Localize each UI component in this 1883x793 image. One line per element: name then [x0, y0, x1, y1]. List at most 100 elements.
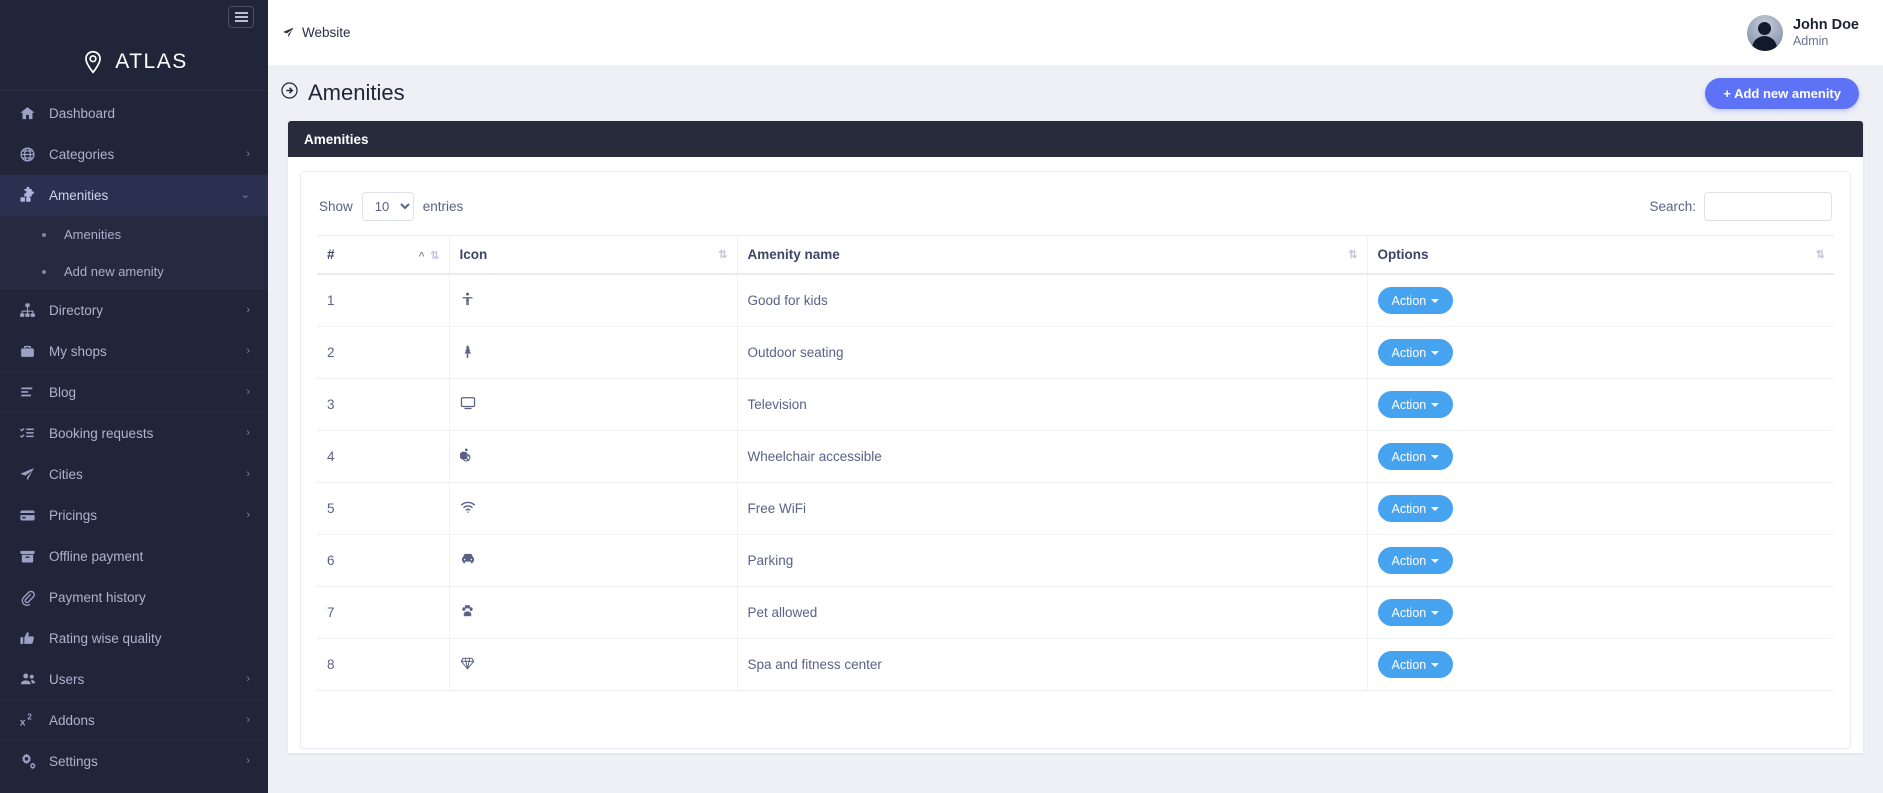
action-button[interactable]: Action [1377, 287, 1454, 314]
sidebar-item-label: Rating wise quality [49, 630, 162, 646]
sidebar-item-categories[interactable]: Categories › [0, 134, 268, 175]
sidebar-item-offline-payment[interactable]: Offline payment [0, 536, 268, 577]
action-button-label: Action [1391, 293, 1427, 308]
sidebar-item-booking-requests[interactable]: Booking requests › [0, 413, 268, 454]
cell-options: Action [1367, 638, 1834, 691]
cell-number: 6 [317, 534, 450, 587]
chevron-right-icon: › [246, 344, 250, 357]
cell-icon [449, 430, 738, 483]
wheelchair-icon [459, 448, 475, 463]
cell-number: 1 [317, 274, 450, 327]
sidebar-item-dashboard[interactable]: Dashboard [0, 93, 268, 134]
column-header-amenity-name[interactable]: Amenity name ⇅ [737, 235, 1368, 275]
user-profile-menu[interactable]: John Doe Admin [1746, 14, 1863, 51]
card-title: Amenities [304, 131, 369, 147]
cell-icon [449, 638, 738, 691]
caret-down-icon [1431, 662, 1440, 667]
sidebar-item-label: Booking requests [49, 425, 154, 441]
sidebar-subitem-label: Amenities [64, 227, 122, 242]
chevron-right-icon: › [246, 467, 250, 480]
action-button-label: Action [1391, 449, 1427, 464]
action-button[interactable]: Action [1377, 547, 1454, 574]
cell-icon [449, 378, 738, 431]
user-meta: John Doe Admin [1793, 16, 1859, 50]
column-label: Amenity name [747, 247, 840, 262]
sidebar-item-addons[interactable]: x 2 Addons › [0, 700, 268, 741]
map-pin-icon [80, 49, 106, 75]
column-label: # [327, 247, 335, 262]
sidebar-item-my-shops[interactable]: My shops › [0, 331, 268, 372]
sidebar-item-label: My shops [49, 343, 107, 359]
sidebar-item-payment-history[interactable]: Payment history [0, 577, 268, 618]
main-content: Website John Doe Admin Amenities + Add n… [268, 0, 1883, 793]
sidebar-item-amenities[interactable]: Amenities ⌄ [0, 175, 268, 216]
action-button[interactable]: Action [1377, 495, 1454, 522]
website-link[interactable]: Website [282, 25, 351, 40]
sidebar-item-directory[interactable]: Directory › [0, 290, 268, 331]
briefcase-icon [19, 343, 45, 360]
action-button-label: Action [1391, 501, 1427, 516]
column-header-icon[interactable]: Icon ⇅ [449, 235, 738, 275]
sidebar-topbar [0, 0, 268, 34]
superscript-icon: x 2 [19, 711, 45, 729]
avatar [1746, 14, 1783, 51]
action-button[interactable]: Action [1377, 339, 1454, 366]
column-header-options[interactable]: Options ⇅ [1367, 235, 1834, 275]
sidebar-subitem-amenities[interactable]: Amenities [0, 216, 268, 253]
table-row: 4 Wheelchair accessible Action [317, 430, 1834, 483]
cell-options: Action [1367, 482, 1834, 535]
cell-icon [449, 586, 738, 639]
page-title-text: Amenities [308, 80, 405, 105]
cell-amenity-name: Free WiFi [737, 482, 1368, 535]
chevron-right-icon: › [246, 426, 250, 439]
column-label: Icon [459, 247, 488, 262]
sidebar-item-settings[interactable]: Settings › [0, 741, 268, 782]
caret-down-icon [1431, 610, 1440, 615]
tasks-icon [19, 425, 45, 442]
action-button[interactable]: Action [1377, 651, 1454, 678]
tv-icon [460, 395, 476, 411]
hamburger-icon[interactable] [228, 6, 254, 28]
page-title: Amenities [280, 80, 405, 106]
chevron-right-icon: › [246, 754, 250, 767]
brand-logo[interactable]: ATLAS [0, 34, 268, 90]
cell-options: Action [1367, 274, 1834, 327]
sidebar-subitem-add-new-amenity[interactable]: Add new amenity [0, 253, 268, 290]
action-button-label: Action [1391, 553, 1427, 568]
action-button-label: Action [1391, 605, 1427, 620]
sidebar-item-cities[interactable]: Cities › [0, 454, 268, 495]
table-header-row: # ^ ⇅ Icon ⇅ Amenity name ⇅ Options ⇅ [317, 235, 1834, 275]
table-body: 1 Good for kids Action 2 Outdoor seating… [317, 274, 1834, 691]
action-button[interactable]: Action [1377, 443, 1454, 470]
sidebar-item-blog[interactable]: Blog › [0, 372, 268, 413]
cell-number: 7 [317, 586, 450, 639]
cell-options: Action [1367, 430, 1834, 483]
add-new-amenity-button[interactable]: + Add new amenity [1705, 77, 1859, 109]
sitemap-icon [19, 302, 45, 319]
entries-label: entries [422, 199, 464, 214]
sidebar-item-users[interactable]: Users › [0, 659, 268, 700]
tree-icon [460, 344, 475, 359]
sidebar-item-pricings[interactable]: Pricings › [0, 495, 268, 536]
action-button[interactable]: Action [1377, 391, 1454, 418]
page-length-select[interactable]: 10 25 50 100 [361, 192, 414, 221]
sidebar-item-label: Directory [49, 302, 104, 318]
cell-options: Action [1367, 534, 1834, 587]
column-header-number[interactable]: # ^ ⇅ [317, 235, 450, 275]
gears-icon [19, 752, 45, 770]
user-name: John Doe [1792, 16, 1859, 33]
search-input[interactable] [1704, 192, 1832, 221]
sidebar-item-label: Payment history [49, 589, 146, 605]
website-link-label: Website [302, 25, 351, 40]
action-button[interactable]: Action [1377, 599, 1454, 626]
arrow-circle-right-icon [280, 81, 299, 105]
action-button-label: Action [1391, 657, 1427, 672]
sidebar-subitem-label: Add new amenity [64, 264, 164, 279]
cell-amenity-name: Parking [737, 534, 1368, 587]
page-length-control: Show 10 25 50 100 entries [319, 192, 463, 221]
sidebar-item-rating-wise-quality[interactable]: Rating wise quality [0, 618, 268, 659]
table-row: 5 Free WiFi Action [317, 482, 1834, 535]
puzzle-icon [19, 186, 45, 204]
datatable-panel: Show 10 25 50 100 entries Search: [300, 171, 1851, 749]
sort-icon: ⇅ [1348, 249, 1357, 261]
